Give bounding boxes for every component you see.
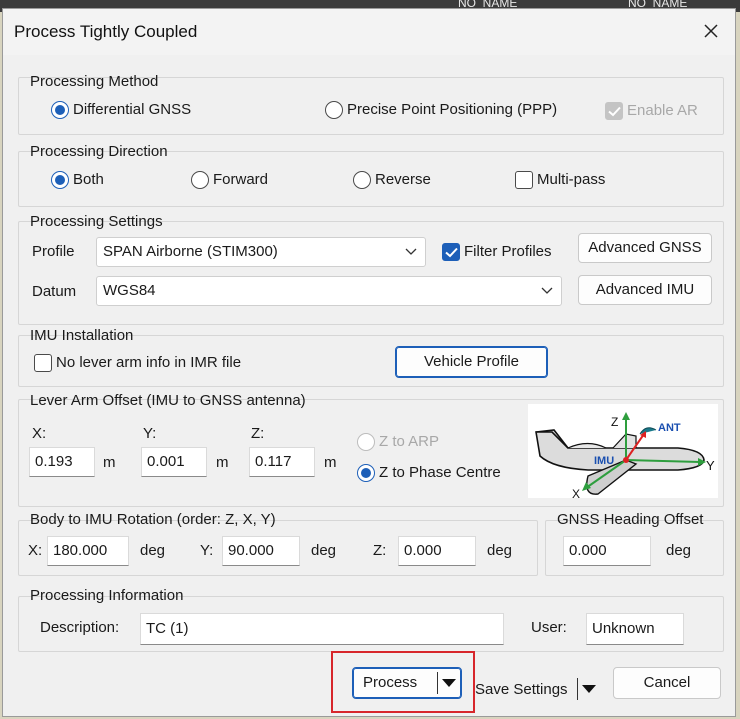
datum-label: Datum: [32, 283, 77, 300]
save-settings-label: Save Settings: [475, 681, 568, 698]
radio-label: Reverse: [375, 171, 431, 188]
save-settings-split-button[interactable]: Save Settings: [473, 674, 601, 705]
radio-label: Precise Point Positioning (PPP): [347, 101, 558, 118]
radio-label: Z to ARP: [379, 433, 440, 450]
unit-label: deg: [666, 542, 692, 559]
profile-select[interactable]: SPAN Airborne (STIM300): [96, 237, 426, 267]
aircraft-axes-diagram: Z ANT IMU Y X: [528, 404, 718, 498]
user-input[interactable]: Unknown: [586, 613, 684, 645]
heading-offset-input[interactable]: 0.000: [563, 536, 651, 566]
radio-forward[interactable]: [191, 171, 209, 189]
x-label: X:: [32, 425, 47, 442]
diagram-x-label: X: [572, 487, 580, 498]
description-input[interactable]: TC (1): [140, 613, 504, 645]
y-label: Y:: [143, 425, 157, 442]
radio-label: Both: [73, 171, 104, 188]
description-label: Description:: [40, 619, 120, 636]
close-button[interactable]: [697, 17, 725, 45]
split-divider: [577, 678, 578, 700]
advanced-gnss-button[interactable]: Advanced GNSS: [578, 233, 712, 263]
group-legend: Body to IMU Rotation (order: Z, X, Y): [30, 511, 276, 528]
unit-label: deg: [487, 542, 513, 559]
checkbox-label: No lever arm info in IMR file: [56, 354, 242, 371]
lever-arm-y-input[interactable]: 0.001: [141, 447, 207, 477]
diagram-imu-label: IMU: [594, 455, 614, 467]
profile-label: Profile: [32, 243, 75, 260]
radio-ppp[interactable]: [325, 101, 343, 119]
rotation-z-input[interactable]: 0.000: [398, 536, 476, 566]
group-legend: Lever Arm Offset (IMU to GNSS antenna): [30, 392, 306, 409]
radio-z-to-phase-centre[interactable]: [357, 464, 375, 482]
z-label: Z:: [251, 425, 265, 442]
filter-profiles-checkbox[interactable]: [442, 243, 460, 261]
radio-label: Differential GNSS: [73, 101, 192, 118]
dropdown-arrow-icon[interactable]: [442, 679, 456, 688]
checkbox-label: Multi-pass: [537, 171, 606, 188]
diagram-ant-label: ANT: [658, 422, 681, 434]
dropdown-arrow-icon[interactable]: [582, 685, 596, 694]
process-button-label: Process: [363, 674, 418, 691]
group-legend: Processing Method: [30, 73, 159, 90]
checkbox-label: Enable AR: [627, 102, 698, 119]
multi-pass-checkbox[interactable]: [515, 171, 533, 189]
close-icon: [704, 24, 718, 38]
process-tc-dialog: Process Tightly Coupled Processing Metho…: [2, 8, 736, 717]
radio-differential-gnss[interactable]: [51, 101, 69, 119]
chevron-down-icon: [541, 287, 553, 294]
radio-reverse[interactable]: [353, 171, 371, 189]
y-label: Y:: [200, 542, 214, 559]
radio-label: Z to Phase Centre: [379, 464, 501, 481]
title-bar: Process Tightly Coupled: [3, 9, 735, 55]
user-label: User:: [531, 619, 567, 636]
datum-select[interactable]: WGS84: [96, 276, 562, 306]
cancel-button[interactable]: Cancel: [613, 667, 721, 699]
unit-label: deg: [140, 542, 166, 559]
checkmark-icon: [445, 247, 458, 258]
lever-arm-z-input[interactable]: 0.117: [249, 447, 315, 477]
x-label: X:: [28, 542, 43, 559]
split-divider: [437, 672, 438, 694]
group-legend: Processing Settings: [30, 213, 163, 230]
lever-arm-x-input[interactable]: 0.193: [29, 447, 95, 477]
profile-value: SPAN Airborne (STIM300): [103, 243, 278, 260]
radio-label: Forward: [213, 171, 269, 188]
rotation-y-input[interactable]: 90.000: [222, 536, 300, 566]
z-label: Z:: [373, 542, 387, 559]
unit-label: deg: [311, 542, 337, 559]
no-lever-arm-checkbox[interactable]: [34, 354, 52, 372]
dialog-title: Process Tightly Coupled: [14, 22, 198, 41]
group-legend: Processing Information: [30, 587, 184, 604]
process-split-button[interactable]: Process: [352, 667, 462, 699]
enable-ar-checkbox[interactable]: [605, 102, 623, 120]
group-legend: Processing Direction: [30, 143, 168, 160]
group-legend: IMU Installation: [30, 327, 134, 344]
unit-label: m: [216, 454, 229, 471]
checkmark-icon: [608, 106, 621, 117]
unit-label: m: [324, 454, 337, 471]
diagram-z-label: Z: [611, 415, 618, 429]
group-legend: GNSS Heading Offset: [557, 511, 704, 528]
advanced-imu-button[interactable]: Advanced IMU: [578, 275, 712, 305]
diagram-y-label: Y: [706, 458, 715, 473]
radio-both[interactable]: [51, 171, 69, 189]
chevron-down-icon: [405, 248, 417, 255]
rotation-x-input[interactable]: 180.000: [47, 536, 129, 566]
datum-value: WGS84: [103, 282, 156, 299]
checkbox-label: Filter Profiles: [464, 243, 552, 260]
unit-label: m: [103, 454, 116, 471]
radio-z-to-arp[interactable]: [357, 433, 375, 451]
vehicle-profile-button[interactable]: Vehicle Profile: [395, 346, 548, 378]
